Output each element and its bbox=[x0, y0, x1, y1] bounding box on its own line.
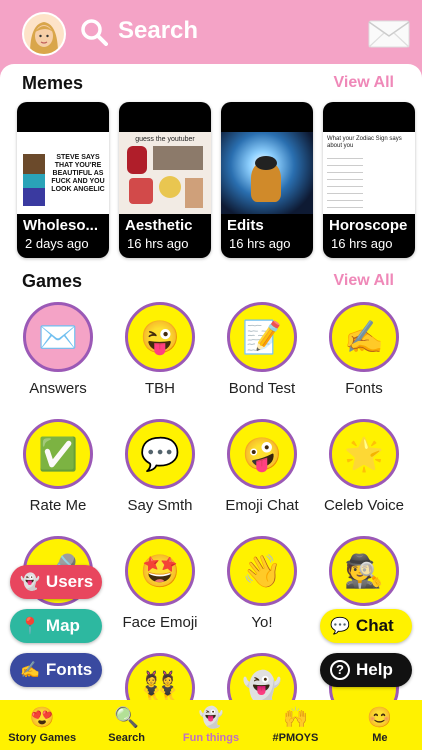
dancers-icon: 👯 bbox=[125, 653, 195, 704]
game-label: Say Smth bbox=[127, 497, 193, 514]
question-circle-icon: ? bbox=[330, 660, 350, 680]
game-label: TBH bbox=[145, 380, 175, 397]
bottom-tab-bar: 😍 Story Games 🔍 Search 👻 Fun things 🙌 #P… bbox=[0, 700, 422, 750]
envelope-icon[interactable] bbox=[368, 20, 410, 48]
meme-image bbox=[221, 132, 313, 214]
smiling-face-icon: 😊 bbox=[367, 707, 393, 729]
meme-card-edits[interactable]: Edits 16 hrs ago bbox=[221, 102, 313, 258]
meme-image: STEVE SAYS THAT YOU'RE BEAUTIFUL AS FUCK… bbox=[17, 132, 109, 214]
game-emoji-chat[interactable]: 🤪 Emoji Chat bbox=[212, 419, 312, 514]
game-bond-test[interactable]: 📝 Bond Test bbox=[212, 302, 312, 397]
game-label: Fonts bbox=[345, 380, 383, 397]
speech-bubble-icon: 💬 bbox=[125, 419, 195, 489]
game-label: Emoji Chat bbox=[225, 497, 299, 514]
search-label[interactable]: Search bbox=[118, 17, 198, 45]
tab-story-games[interactable]: 😍 Story Games bbox=[0, 700, 84, 750]
meme-image: What your Zodiac Sign says about you bbox=[323, 132, 415, 214]
meme-image: guess the youtuber bbox=[119, 132, 211, 214]
meme-time: 2 days ago bbox=[25, 236, 89, 251]
ghost-icon: 👻 bbox=[20, 574, 40, 591]
ghost-icon: 👻 bbox=[227, 653, 297, 704]
meme-time: 16 hrs ago bbox=[229, 236, 291, 251]
game-label: Yo! bbox=[251, 614, 273, 631]
glowing-star-icon: 🌟 bbox=[329, 419, 399, 489]
memes-view-all-link[interactable]: View All bbox=[334, 74, 394, 92]
star-struck-face-icon: 🤩 bbox=[125, 536, 195, 606]
app-header: Search bbox=[0, 0, 422, 66]
users-label: Users bbox=[45, 572, 94, 591]
pin-icon: 📍 bbox=[20, 618, 40, 635]
meme-title: Edits bbox=[227, 217, 264, 234]
tab-pmoys[interactable]: 🙌 #PMOYS bbox=[253, 700, 337, 750]
minecraft-steve-figure bbox=[23, 154, 45, 206]
fonts-button[interactable]: ✍️ Fonts bbox=[10, 653, 102, 687]
help-button[interactable]: ? Help bbox=[320, 653, 412, 687]
game-label: Rate Me bbox=[29, 497, 87, 514]
bitmoji-avatar-icon bbox=[24, 14, 64, 54]
help-label: Help bbox=[356, 660, 393, 679]
meme-title: Aesthetic bbox=[125, 217, 193, 234]
waving-hand-icon: 👋 bbox=[227, 536, 297, 606]
speech-bubble-icon: 💬 bbox=[330, 618, 350, 635]
search-icon[interactable] bbox=[80, 18, 108, 46]
game-celeb-voice[interactable]: 🌟 Celeb Voice bbox=[314, 419, 414, 514]
tab-label: #PMOYS bbox=[272, 732, 319, 744]
check-mark-icon: ✅ bbox=[23, 419, 93, 489]
game-label: Bond Test bbox=[228, 380, 296, 397]
game-rate-me[interactable]: ✅ Rate Me bbox=[8, 419, 108, 514]
game-dancers[interactable]: 👯 bbox=[110, 653, 210, 704]
tab-label: Search bbox=[108, 732, 145, 744]
meme-card-aesthetic[interactable]: guess the youtuber Aesthetic 16 hrs ago bbox=[119, 102, 211, 258]
game-tbh[interactable]: 😜 TBH bbox=[110, 302, 210, 397]
map-label: Map bbox=[45, 616, 80, 635]
writing-hand-icon: ✍️ bbox=[20, 662, 40, 679]
avatar[interactable] bbox=[22, 12, 66, 56]
meme-card-horoscope[interactable]: What your Zodiac Sign says about you Hor… bbox=[323, 102, 415, 258]
game-say-smth[interactable]: 💬 Say Smth bbox=[110, 419, 210, 514]
fonts-label: Fonts bbox=[45, 660, 93, 679]
ghost-icon: 👻 bbox=[198, 707, 224, 729]
games-view-all-link[interactable]: View All bbox=[334, 272, 394, 290]
meme-time: 16 hrs ago bbox=[331, 236, 393, 251]
chat-button[interactable]: 💬 Chat bbox=[320, 609, 412, 643]
meme-title: Wholeso... bbox=[23, 217, 98, 234]
memes-section-title: Memes bbox=[22, 73, 84, 93]
tab-search[interactable]: 🔍 Search bbox=[84, 700, 168, 750]
answers-envelope-icon: ✉️ bbox=[23, 302, 93, 372]
zany-face-icon: 🤪 bbox=[227, 419, 297, 489]
meme-caption: What your Zodiac Sign says about you bbox=[327, 136, 402, 149]
chat-label: Chat bbox=[355, 616, 394, 635]
magnifier-icon: 🔍 bbox=[114, 707, 140, 729]
writing-hand-icon: ✍️ bbox=[329, 302, 399, 372]
meme-time: 16 hrs ago bbox=[127, 236, 189, 251]
tab-label: Me bbox=[372, 732, 388, 744]
game-label: Answers bbox=[29, 380, 87, 397]
game-label: Celeb Voice bbox=[323, 497, 405, 514]
game-face-emoji[interactable]: 🤩 Face Emoji bbox=[110, 536, 210, 631]
tab-fun-things[interactable]: 👻 Fun things bbox=[169, 700, 253, 750]
users-button[interactable]: 👻 Users bbox=[10, 565, 102, 599]
game-ghost[interactable]: 👻 bbox=[212, 653, 312, 704]
main-panel: Memes View All STEVE SAYS THAT YOU'RE BE… bbox=[0, 64, 422, 704]
raised-hands-icon: 🙌 bbox=[282, 707, 308, 729]
meme-title: Horoscope bbox=[329, 217, 408, 234]
winking-tongue-face-icon: 😜 bbox=[125, 302, 195, 372]
tab-label: Story Games bbox=[8, 732, 77, 744]
meme-card-wholesome[interactable]: STEVE SAYS THAT YOU'RE BEAUTIFUL AS FUCK… bbox=[17, 102, 109, 258]
memo-pencil-icon: 📝 bbox=[227, 302, 297, 372]
map-button[interactable]: 📍 Map bbox=[10, 609, 102, 643]
tab-label: Fun things bbox=[182, 732, 240, 744]
game-label: Face Emoji bbox=[122, 614, 198, 631]
tab-me[interactable]: 😊 Me bbox=[338, 700, 422, 750]
game-fonts[interactable]: ✍️ Fonts bbox=[314, 302, 414, 397]
game-yo[interactable]: 👋 Yo! bbox=[212, 536, 312, 631]
game-detective[interactable]: 🕵️ bbox=[314, 536, 414, 614]
games-section-title: Games bbox=[22, 271, 83, 291]
detective-icon: 🕵️ bbox=[329, 536, 399, 606]
heart-eyes-icon: 😍 bbox=[29, 707, 55, 729]
game-answers[interactable]: ✉️ Answers bbox=[8, 302, 108, 397]
meme-caption: STEVE SAYS THAT YOU'RE BEAUTIFUL AS FUCK… bbox=[51, 154, 105, 193]
